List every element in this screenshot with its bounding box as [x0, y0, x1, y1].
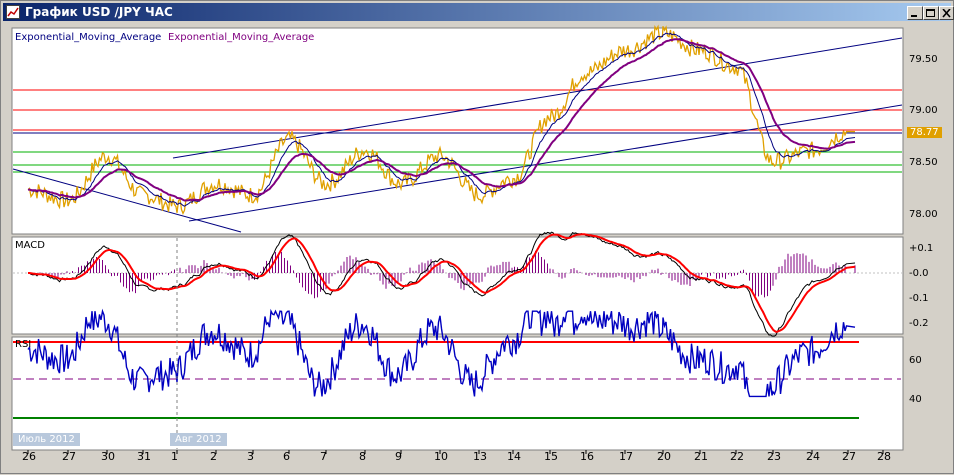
- day-tick-label: 21: [694, 450, 708, 463]
- day-tick-label: 24: [806, 450, 820, 463]
- minimize-icon: [911, 15, 917, 17]
- macd-tick: -0.1: [909, 293, 929, 304]
- day-tick-label: 17: [619, 450, 633, 463]
- price-panel[interactable]: [11, 27, 904, 235]
- day-tick-label: 3: [247, 450, 254, 463]
- day-tick-label: 20: [657, 450, 671, 463]
- day-tick-label: 30: [101, 450, 115, 463]
- day-tick-label: 7: [320, 450, 327, 463]
- last-price-badge: 78.77: [907, 127, 942, 138]
- title-bar: График USD /JPY ЧАС: [3, 3, 954, 21]
- month-label-aug: Авг 2012: [170, 433, 227, 446]
- chart-window-icon: [6, 5, 20, 19]
- day-tick-label: 28: [877, 450, 891, 463]
- month-label-july: Июль 2012: [13, 433, 80, 446]
- ema-legend-fast: Exponential_Moving_Average: [15, 32, 162, 43]
- close-button[interactable]: [939, 6, 954, 20]
- window-title: График USD /JPY ЧАС: [25, 5, 173, 19]
- maximize-icon: [926, 9, 935, 17]
- day-tick-label: 10: [434, 450, 448, 463]
- day-tick-label: 9: [395, 450, 402, 463]
- day-tick-label: 26: [22, 450, 36, 463]
- close-icon: [942, 9, 951, 18]
- day-tick-label: 31: [137, 450, 151, 463]
- chart-canvas[interactable]: [1, 23, 954, 475]
- price-tick: 79.00: [909, 105, 938, 116]
- macd-tick: -0.0: [909, 268, 929, 279]
- day-tick-label: 14: [507, 450, 521, 463]
- maximize-button[interactable]: [923, 6, 939, 20]
- day-tick-label: 27: [842, 450, 856, 463]
- macd-tick: -0.2: [909, 318, 929, 329]
- ema-legend-slow: Exponential_Moving_Average: [168, 32, 315, 43]
- day-tick-label: 6: [283, 450, 290, 463]
- rsi-tick: 40: [909, 394, 922, 405]
- day-tick-label: 8: [359, 450, 366, 463]
- day-tick-label: 2: [210, 450, 217, 463]
- price-tick: 78.00: [909, 209, 938, 220]
- day-tick-label: 22: [730, 450, 744, 463]
- price-tick: 79.50: [909, 54, 938, 65]
- macd-label: MACD: [15, 240, 45, 251]
- day-tick-label: 23: [767, 450, 781, 463]
- price-tick: 78.50: [909, 157, 938, 168]
- day-tick-label: 1: [171, 450, 178, 463]
- day-tick-label: 16: [580, 450, 594, 463]
- macd-tick: +0.1: [909, 243, 934, 254]
- rsi-label: RSI: [15, 339, 32, 350]
- minimize-button[interactable]: [907, 6, 923, 20]
- day-tick-label: 15: [544, 450, 558, 463]
- day-tick-label: 13: [473, 450, 487, 463]
- rsi-tick: 60: [909, 355, 922, 366]
- chart-window: График USD /JPY ЧАС Exponential_Moving_A…: [0, 0, 954, 474]
- day-tick-label: 27: [62, 450, 76, 463]
